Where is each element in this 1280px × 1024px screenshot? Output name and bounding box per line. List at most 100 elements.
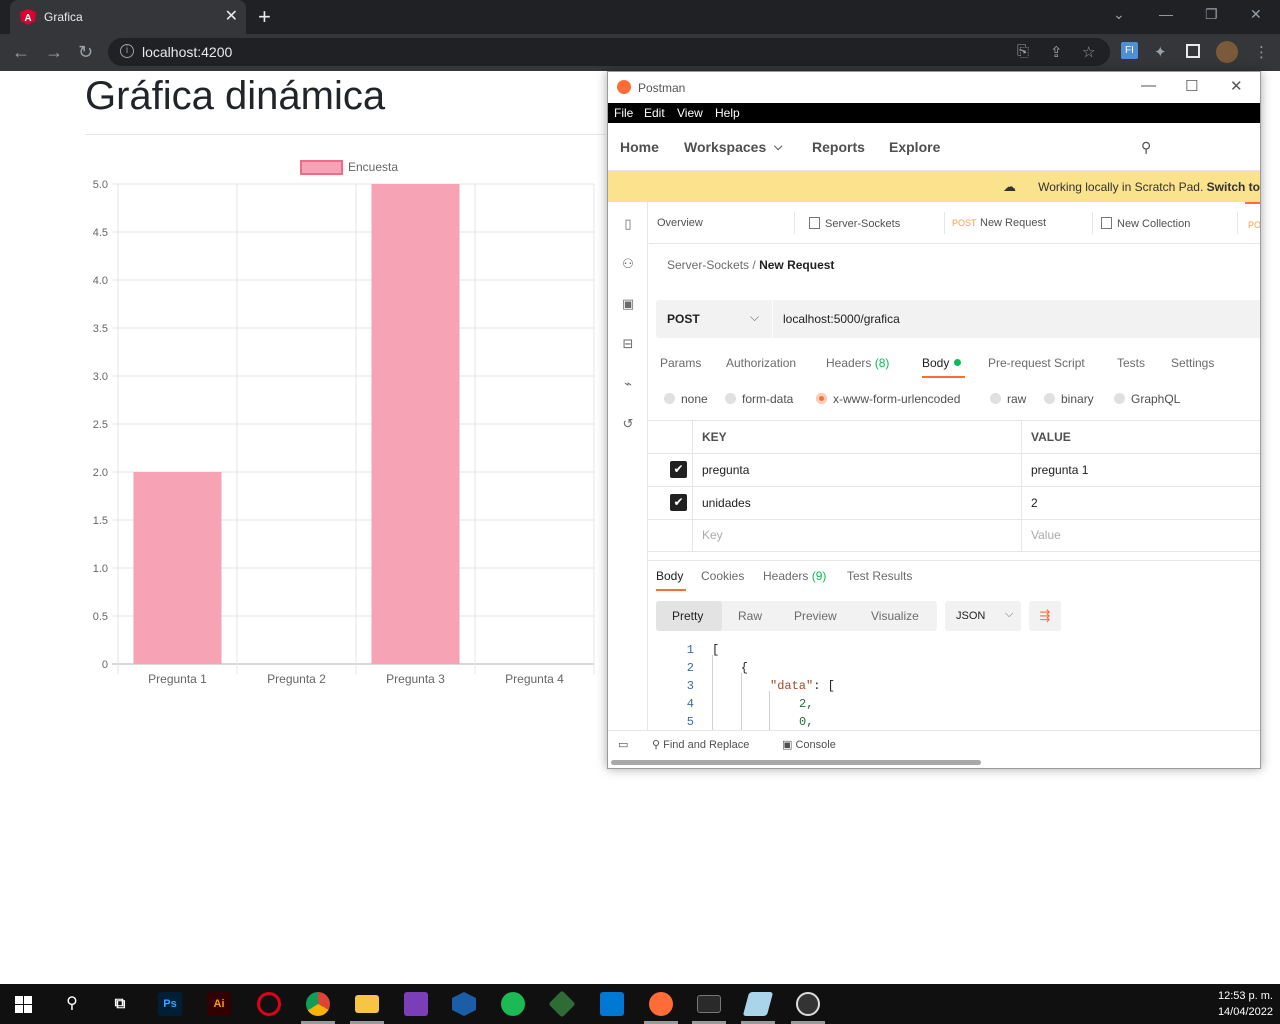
find-replace-button[interactable]: ⚲ Find and Replace <box>652 738 749 751</box>
radio-none[interactable]: none <box>664 392 708 406</box>
nav-workspaces[interactable]: Workspaces <box>684 139 766 155</box>
address-bar[interactable]: i localhost:4200 <box>108 38 1110 66</box>
breadcrumb-collection[interactable]: Server-Sockets <box>667 258 749 272</box>
toggle-sidebar-icon[interactable]: ▭ <box>618 738 628 751</box>
avatar[interactable] <box>1216 41 1238 63</box>
reload-icon[interactable]: ↻ <box>78 42 93 63</box>
nav-home[interactable]: Home <box>620 139 659 155</box>
menu-help[interactable]: Help <box>715 106 740 120</box>
format-pretty[interactable]: Pretty <box>672 609 703 623</box>
format-raw[interactable]: Raw <box>738 609 762 623</box>
gitkraken-icon[interactable] <box>548 990 576 1018</box>
tab-body[interactable]: Body <box>922 356 962 370</box>
maximize-icon[interactable]: ☐ <box>1185 77 1198 95</box>
code-line[interactable]: 0, <box>799 715 813 729</box>
method-select[interactable]: POST <box>667 312 700 326</box>
minimize-icon[interactable]: — <box>1159 6 1173 22</box>
nav-explore[interactable]: Explore <box>889 139 940 155</box>
tab-authorization[interactable]: Authorization <box>726 356 796 370</box>
restore-icon[interactable]: ❐ <box>1205 6 1218 23</box>
horizontal-scrollbar[interactable] <box>611 760 981 765</box>
forward-icon[interactable]: → <box>45 42 63 63</box>
radio-raw[interactable]: raw <box>990 392 1026 406</box>
tab-pre-request-script[interactable]: Pre-request Script <box>988 356 1085 370</box>
tab-active-request[interactable]: PO <box>1245 202 1260 244</box>
bookmark-star-icon[interactable]: ☆ <box>1082 43 1095 61</box>
switch-link[interactable]: Switch to <box>1207 180 1260 194</box>
code-line[interactable]: 2, <box>799 697 813 711</box>
response-tab-headers[interactable]: Headers (9) <box>763 569 826 583</box>
value-cell[interactable]: 2 <box>1031 496 1038 510</box>
key-cell[interactable]: pregunta <box>702 463 749 477</box>
notepad-icon[interactable] <box>742 992 774 1016</box>
obs-icon[interactable] <box>796 992 820 1016</box>
visual-studio-icon[interactable] <box>404 992 428 1016</box>
key-cell[interactable]: unidades <box>702 496 751 510</box>
extension-icon[interactable]: FI <box>1121 42 1138 59</box>
vscode-icon[interactable] <box>600 992 624 1016</box>
tab-search-icon[interactable]: ⌄ <box>1113 6 1125 23</box>
search-icon[interactable]: ⚲ <box>60 992 84 1016</box>
response-tab-cookies[interactable]: Cookies <box>701 569 744 583</box>
value-cell[interactable]: pregunta 1 <box>1031 463 1088 477</box>
radio-graphql[interactable]: GraphQL <box>1114 392 1180 406</box>
tab-tests[interactable]: Tests <box>1117 356 1145 370</box>
tab-close-icon[interactable]: ✕ <box>225 6 238 26</box>
key-input[interactable]: Key <box>702 528 723 542</box>
row-checkbox[interactable]: ✔ <box>670 461 687 478</box>
language-select[interactable]: JSON ⌵ <box>945 601 1021 631</box>
terminal-icon[interactable] <box>697 995 721 1013</box>
wrap-lines-icon[interactable]: ⇶ <box>1029 601 1061 631</box>
side-panel-icon[interactable] <box>1186 44 1200 58</box>
nav-reports[interactable]: Reports <box>812 139 865 155</box>
search-icon[interactable]: ⚲ <box>1141 139 1151 156</box>
browser-tab[interactable]: A Grafica ✕ <box>10 0 246 34</box>
url-input[interactable]: localhost:5000/grafica <box>783 312 900 326</box>
illustrator-icon[interactable]: Ai <box>207 992 231 1016</box>
back-icon[interactable]: ← <box>12 42 30 63</box>
history-icon[interactable]: ↺ <box>620 416 636 432</box>
environments-icon[interactable]: ▣ <box>620 296 636 312</box>
system-clock[interactable]: 12:53 p. m. 14/04/2022 <box>1218 988 1273 1020</box>
share-icon[interactable]: ⇪ <box>1050 43 1063 61</box>
value-input[interactable]: Value <box>1031 528 1061 542</box>
spotify-icon[interactable] <box>501 992 525 1016</box>
code-line[interactable]: { <box>712 661 748 675</box>
tab-new-request[interactable]: POST New Request <box>952 202 1092 244</box>
row-checkbox[interactable]: ✔ <box>670 494 687 511</box>
radio-form-data[interactable]: form-data <box>725 392 793 406</box>
photoshop-icon[interactable]: Ps <box>158 992 182 1016</box>
console-button[interactable]: ▣ Console <box>782 738 836 751</box>
code-line[interactable]: [ <box>712 643 719 657</box>
radio-x-www-form-urlencoded[interactable]: x-www-form-urlencoded <box>816 392 960 406</box>
tab-overview[interactable]: Overview <box>657 202 797 244</box>
site-info-icon[interactable]: i <box>120 44 134 58</box>
chevron-down-icon[interactable]: ⌵ <box>774 141 782 154</box>
opera-icon[interactable] <box>257 992 281 1016</box>
mock-servers-icon[interactable]: ⊟ <box>620 336 636 352</box>
breadcrumb-request[interactable]: New Request <box>759 258 834 272</box>
new-tab-button[interactable]: + <box>258 4 271 30</box>
menu-edit[interactable]: Edit <box>644 106 665 120</box>
apis-icon[interactable]: ⚇ <box>620 256 636 272</box>
monitors-icon[interactable]: ⌁ <box>620 376 636 392</box>
tab-headers[interactable]: Headers (8) <box>826 356 889 370</box>
close-icon[interactable]: ✕ <box>1230 77 1243 95</box>
radio-binary[interactable]: binary <box>1044 392 1094 406</box>
format-preview[interactable]: Preview <box>794 609 837 623</box>
extensions-puzzle-icon[interactable]: ✦ <box>1154 43 1167 61</box>
minimize-icon[interactable]: — <box>1141 77 1156 94</box>
virtualbox-icon[interactable] <box>452 992 476 1016</box>
code-line[interactable]: "data": [ <box>770 679 835 693</box>
response-tab-test-results[interactable]: Test Results <box>847 569 912 583</box>
tab-params[interactable]: Params <box>660 356 701 370</box>
close-window-icon[interactable]: ✕ <box>1250 6 1262 23</box>
tab-server-sockets[interactable]: Server-Sockets <box>809 202 949 244</box>
translate-icon[interactable]: ⎘ <box>1017 43 1029 60</box>
tab-settings[interactable]: Settings <box>1171 356 1214 370</box>
menu-view[interactable]: View <box>677 106 703 120</box>
chevron-down-icon[interactable]: ⌵ <box>750 310 759 325</box>
windows-start-icon[interactable] <box>15 996 32 1013</box>
menu-file[interactable]: File <box>614 106 633 120</box>
file-explorer-icon[interactable] <box>355 995 379 1013</box>
